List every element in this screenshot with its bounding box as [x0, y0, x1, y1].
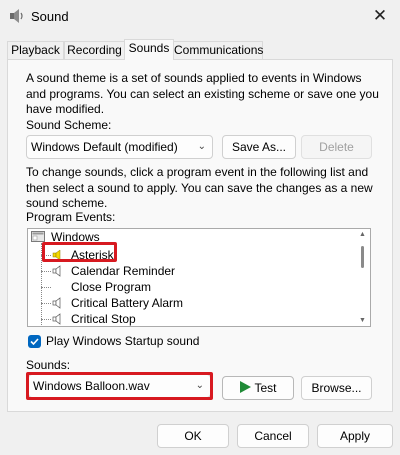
asterisk-highlight-box [42, 242, 117, 262]
tree-line [41, 271, 51, 272]
instructions-text: To change sounds, click a program event … [26, 165, 373, 210]
sound-scheme-label: Sound Scheme: [26, 118, 112, 132]
tab-recording[interactable]: Recording [64, 41, 125, 59]
apply-button[interactable]: Apply [317, 424, 393, 448]
cancel-button[interactable]: Cancel [237, 424, 309, 448]
scroll-up-icon[interactable]: ▲ [359, 231, 366, 238]
window-title: Sound [31, 9, 69, 24]
sound-scheme-dropdown[interactable]: Windows Default (modified) ⌄ [26, 135, 213, 159]
startup-sound-checkbox[interactable] [28, 335, 41, 348]
tab-sounds[interactable]: Sounds [124, 39, 174, 60]
speaker-icon [52, 265, 61, 277]
sounds-label: Sounds: [26, 358, 71, 372]
tree-line [41, 319, 51, 320]
speaker-icon [10, 9, 23, 23]
list-scrollbar[interactable]: ▲ ▼ [358, 231, 368, 324]
delete-button[interactable]: Delete [301, 135, 372, 159]
test-button[interactable]: Test [222, 376, 294, 400]
save-as-button[interactable]: Save As... [222, 135, 296, 159]
tree-line [41, 303, 51, 304]
sound-file-highlight-box [26, 372, 213, 400]
intro-text: A sound theme is a set of sounds applied… [26, 71, 379, 116]
close-icon: ✕ [372, 6, 388, 25]
tab-communications[interactable]: Communications [173, 41, 263, 59]
close-button[interactable]: ✕ [360, 0, 400, 32]
chevron-down-icon: ⌄ [197, 141, 206, 152]
speaker-icon [52, 297, 61, 309]
tree-line [41, 287, 51, 288]
play-icon [240, 381, 252, 393]
tab-playback[interactable]: Playback [7, 41, 64, 59]
speaker-icon [52, 313, 61, 325]
browse-button[interactable]: Browse... [301, 376, 372, 400]
ok-button[interactable]: OK [157, 424, 229, 448]
program-events-label: Program Events: [26, 210, 116, 224]
startup-sound-label: Play Windows Startup sound [46, 334, 200, 348]
scroll-down-icon[interactable]: ▼ [359, 317, 366, 324]
tab-strip: Playback Recording Sounds Communications [7, 39, 393, 60]
scroll-thumb[interactable] [361, 246, 364, 268]
checkmark-icon [30, 338, 39, 346]
title-bar: Sound ✕ [0, 0, 400, 32]
